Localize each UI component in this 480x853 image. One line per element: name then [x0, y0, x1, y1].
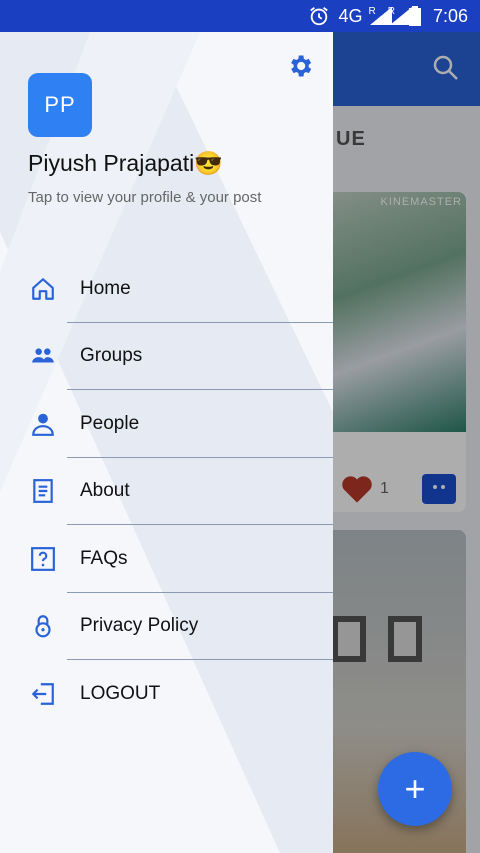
network-type: 4G — [338, 5, 363, 26]
status-bar: 4G R R 7:06 — [0, 0, 480, 32]
menu-item-logout[interactable]: LOGOUT — [0, 660, 333, 728]
settings-gear-icon[interactable] — [286, 52, 314, 80]
menu-item-privacy-policy[interactable]: Privacy Policy — [0, 593, 333, 660]
menu-item-faqs[interactable]: FAQs — [0, 525, 333, 593]
battery-icon — [408, 6, 421, 26]
menu-item-label: FAQs — [80, 547, 128, 569]
person-icon — [30, 411, 56, 437]
add-post-button[interactable]: + — [378, 752, 452, 826]
menu-item-label: LOGOUT — [80, 682, 161, 704]
menu-item-people[interactable]: People — [0, 390, 333, 458]
navigation-drawer: PP Piyush Prajapati😎 Tap to view your pr… — [0, 32, 333, 853]
menu-item-about[interactable]: About — [0, 458, 333, 525]
menu-item-label: Privacy Policy — [80, 615, 199, 637]
logout-icon — [30, 681, 56, 707]
menu-item-label: About — [80, 480, 130, 502]
document-icon — [30, 478, 56, 504]
profile-hint[interactable]: Tap to view your profile & your post — [28, 189, 261, 206]
clock: 7:06 — [432, 5, 468, 26]
menu-item-label: People — [80, 412, 140, 434]
roaming-indicator: R — [387, 5, 395, 17]
menu-item-label: Home — [80, 277, 131, 299]
signal-icon: R — [368, 5, 393, 25]
menu-item-label: Groups — [80, 345, 143, 367]
roaming-indicator: R — [368, 5, 376, 17]
signal-icon: R — [387, 5, 412, 25]
menu-item-home[interactable]: Home — [0, 255, 333, 323]
menu-item-groups[interactable]: Groups — [0, 323, 333, 390]
user-name[interactable]: Piyush Prajapati😎 — [28, 150, 223, 177]
avatar[interactable]: PP — [28, 73, 92, 137]
lock-icon — [30, 613, 56, 639]
home-icon — [30, 276, 56, 302]
question-icon — [30, 546, 56, 572]
alarm-icon — [308, 5, 330, 27]
drawer-menu: Home Groups People About FAQs Privacy Po… — [0, 255, 333, 728]
groups-icon — [30, 343, 56, 369]
